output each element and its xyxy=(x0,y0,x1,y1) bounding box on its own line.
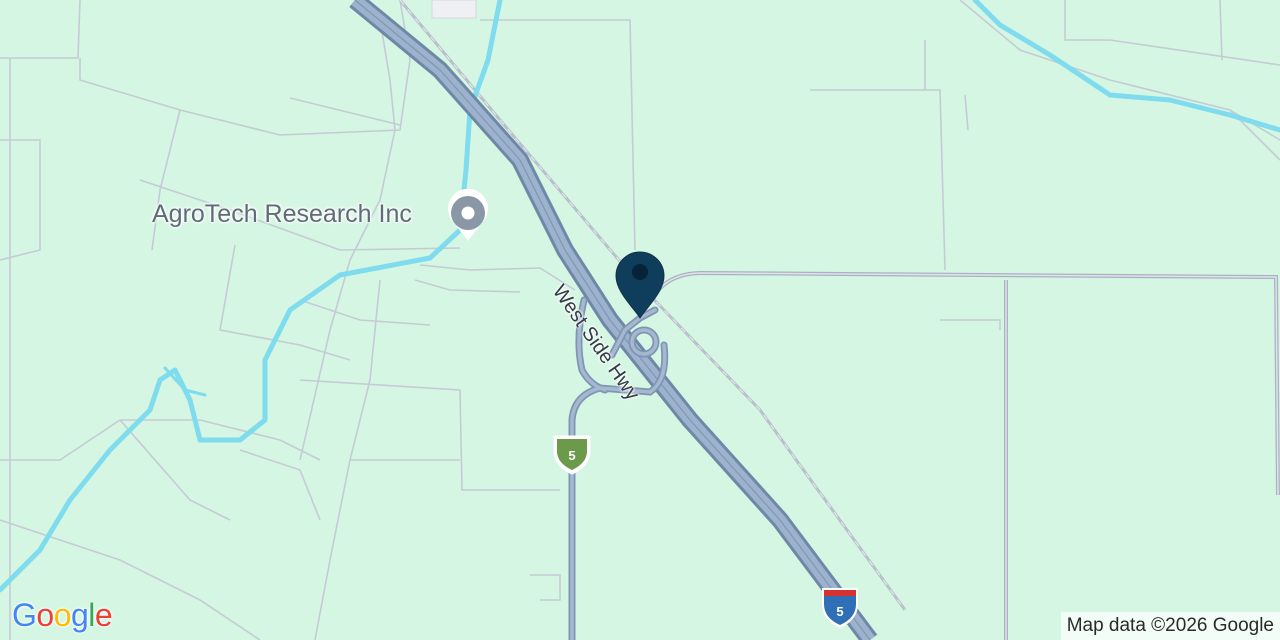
interstate-5-shield-label: 5 xyxy=(836,604,843,619)
poi-label[interactable]: AgroTech Research Inc xyxy=(152,200,412,229)
route-5-shield-label: 5 xyxy=(568,448,575,463)
logo-letter: g xyxy=(70,597,89,633)
logo-letter: l xyxy=(88,597,95,633)
map-canvas[interactable]: 5 5 xyxy=(0,0,1280,640)
logo-letter: G xyxy=(12,597,37,633)
google-logo: Google xyxy=(12,597,113,634)
logo-letter: o xyxy=(53,597,72,633)
map-attribution: Map data ©2026 Google xyxy=(1060,612,1280,640)
logo-letter: e xyxy=(94,597,113,633)
building xyxy=(431,0,477,19)
logo-letter: o xyxy=(36,597,54,633)
